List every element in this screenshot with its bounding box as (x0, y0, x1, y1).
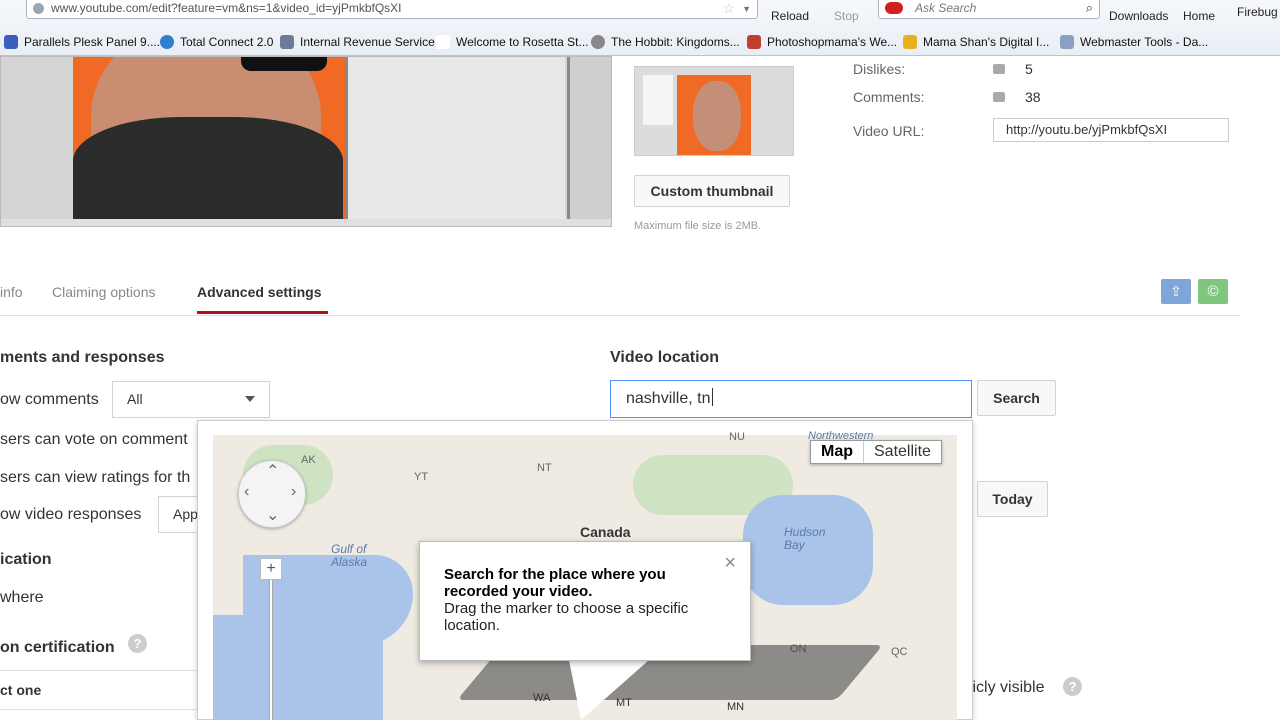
search-input[interactable]: Ask Search ⌕ (878, 0, 1100, 19)
map-label-yt: YT (414, 471, 429, 483)
stop-button[interactable]: Stop (834, 9, 859, 23)
map-label-wa: WA (533, 692, 551, 704)
zoom-in-button[interactable]: + (260, 558, 282, 580)
star-icon[interactable]: ☆ (722, 0, 735, 17)
upload-icon[interactable]: ⇪ (1161, 279, 1191, 304)
map-label-nu: NU (729, 431, 745, 443)
comments-dropdown[interactable]: All (112, 381, 270, 418)
thumbs-down-icon (993, 64, 1005, 74)
pan-control[interactable]: ⌃ ‹ › ⌄ (238, 460, 306, 528)
video-thumbnail[interactable] (634, 66, 794, 156)
dislikes-label: Dislikes: (853, 61, 906, 77)
reload-button[interactable]: Reload (771, 9, 809, 23)
bookmark-item[interactable]: Welcome to Rosetta St... (436, 33, 589, 51)
hobbit-icon (591, 35, 605, 49)
address-bar[interactable]: www.youtube.com/edit?feature=vm&ns=1&vid… (26, 0, 758, 19)
search-placeholder: Ask Search (915, 1, 977, 15)
bookmark-item[interactable]: Photoshopmama's We... (747, 33, 897, 51)
bookmark-item[interactable]: Total Connect 2.0 (160, 33, 273, 51)
photoshopmama-icon (747, 35, 761, 49)
bookmarks-bar: Parallels Plesk Panel 9.... Total Connec… (0, 33, 1280, 53)
comments-label: Comments: (853, 89, 925, 105)
map-label-nt: NT (537, 462, 552, 474)
today-button[interactable]: Today (977, 481, 1048, 517)
map-label-gulf-of-alaska: Gulf of Alaska (331, 542, 368, 569)
comment-icon (993, 92, 1005, 102)
map-label-ak: AK (301, 454, 316, 466)
max-file-size-note: Maximum file size is 2MB. (634, 220, 762, 232)
bookmark-item[interactable]: Parallels Plesk Panel 9.... (4, 33, 160, 51)
close-icon[interactable]: × (724, 552, 736, 575)
comments-value: 38 (1025, 89, 1041, 105)
pan-down-icon[interactable]: ⌄ (266, 505, 279, 525)
help-icon[interactable]: ? (128, 634, 147, 653)
ask-logo-icon (885, 2, 903, 14)
video-url-field[interactable]: http://youtu.be/yjPmkbfQsXI (993, 118, 1229, 142)
pan-right-icon[interactable]: › (291, 483, 296, 501)
map-view-button[interactable]: Map (811, 441, 864, 463)
address-text: www.youtube.com/edit?feature=vm&ns=1&vid… (51, 1, 402, 15)
tab-advanced-settings[interactable]: Advanced settings (197, 284, 321, 300)
active-tab-indicator (197, 311, 328, 314)
bookmark-item[interactable]: Internal Revenue Service (280, 33, 435, 51)
video-responses-label: ow video responses (0, 506, 142, 523)
satellite-view-button[interactable]: Satellite (864, 441, 941, 463)
location-search-input[interactable]: nashville, tn (610, 380, 972, 418)
map-info-window: Search for the place where you recorded … (419, 541, 751, 661)
downloads-button[interactable]: Downloads (1109, 9, 1168, 23)
help-icon[interactable]: ? (1063, 677, 1082, 696)
mamashan-icon (903, 35, 917, 49)
location-heading: ication (0, 551, 52, 568)
webmaster-icon (1060, 35, 1074, 49)
page-icon (436, 35, 450, 49)
video-location-heading: Video location (610, 349, 720, 366)
comments-responses-heading: ments and responses (0, 349, 165, 366)
tabs-divider (0, 315, 1240, 316)
globe-icon (33, 3, 44, 14)
video-url-label: Video URL: (853, 123, 925, 139)
map-label-mn: MN (727, 701, 745, 713)
plesk-icon (4, 35, 18, 49)
comments-dropdown-value: All (127, 391, 143, 407)
copyright-icon[interactable]: © (1198, 279, 1228, 304)
info-window-body: Drag the marker to choose a specific loc… (444, 600, 689, 634)
video-player[interactable] (0, 56, 612, 227)
info-window-title: Search for the place where you recorded … (444, 566, 666, 600)
chevron-down-icon (245, 396, 255, 402)
tab-info[interactable]: info (0, 284, 23, 300)
bookmark-item[interactable]: Mama Shan's Digital I... (903, 33, 1049, 51)
allow-comments-label: ow comments (0, 391, 99, 408)
certification-dropdown[interactable]: ct one (0, 670, 200, 710)
map-type-control: Map Satellite (810, 440, 942, 464)
location-value: where (0, 589, 44, 606)
search-icon[interactable]: ⌕ (1086, 0, 1093, 16)
zoom-slider[interactable] (269, 580, 273, 720)
pan-left-icon[interactable]: ‹ (244, 483, 249, 501)
chevron-down-icon[interactable]: ▼ (742, 1, 751, 18)
dislikes-value: 5 (1025, 61, 1033, 77)
map-label-qc: QC (891, 646, 908, 658)
bookmark-item[interactable]: The Hobbit: Kingdoms... (591, 33, 740, 51)
view-ratings-label: sers can view ratings for th (0, 469, 191, 486)
map-label-canada: Canada (580, 524, 631, 540)
custom-thumbnail-button[interactable]: Custom thumbnail (634, 175, 790, 207)
tc-icon (160, 35, 174, 49)
text-cursor (711, 388, 713, 406)
irs-icon (280, 35, 294, 49)
browser-toolbar: www.youtube.com/edit?feature=vm&ns=1&vid… (0, 0, 1280, 56)
map-label-hudson-bay: Hudson Bay (784, 525, 826, 552)
location-input-value: nashville, tn (626, 390, 711, 407)
certification-heading: on certification (0, 639, 115, 656)
location-search-button[interactable]: Search (977, 380, 1056, 416)
pan-up-icon[interactable]: ⌃ (266, 461, 279, 481)
bookmark-item[interactable]: Webmaster Tools - Da... (1060, 33, 1208, 51)
home-button[interactable]: Home (1183, 9, 1215, 23)
tab-claiming-options[interactable]: Claiming options (52, 284, 156, 300)
firebug-button[interactable]: Firebug (1237, 5, 1278, 19)
vote-comments-label: sers can vote on comment (0, 431, 188, 448)
